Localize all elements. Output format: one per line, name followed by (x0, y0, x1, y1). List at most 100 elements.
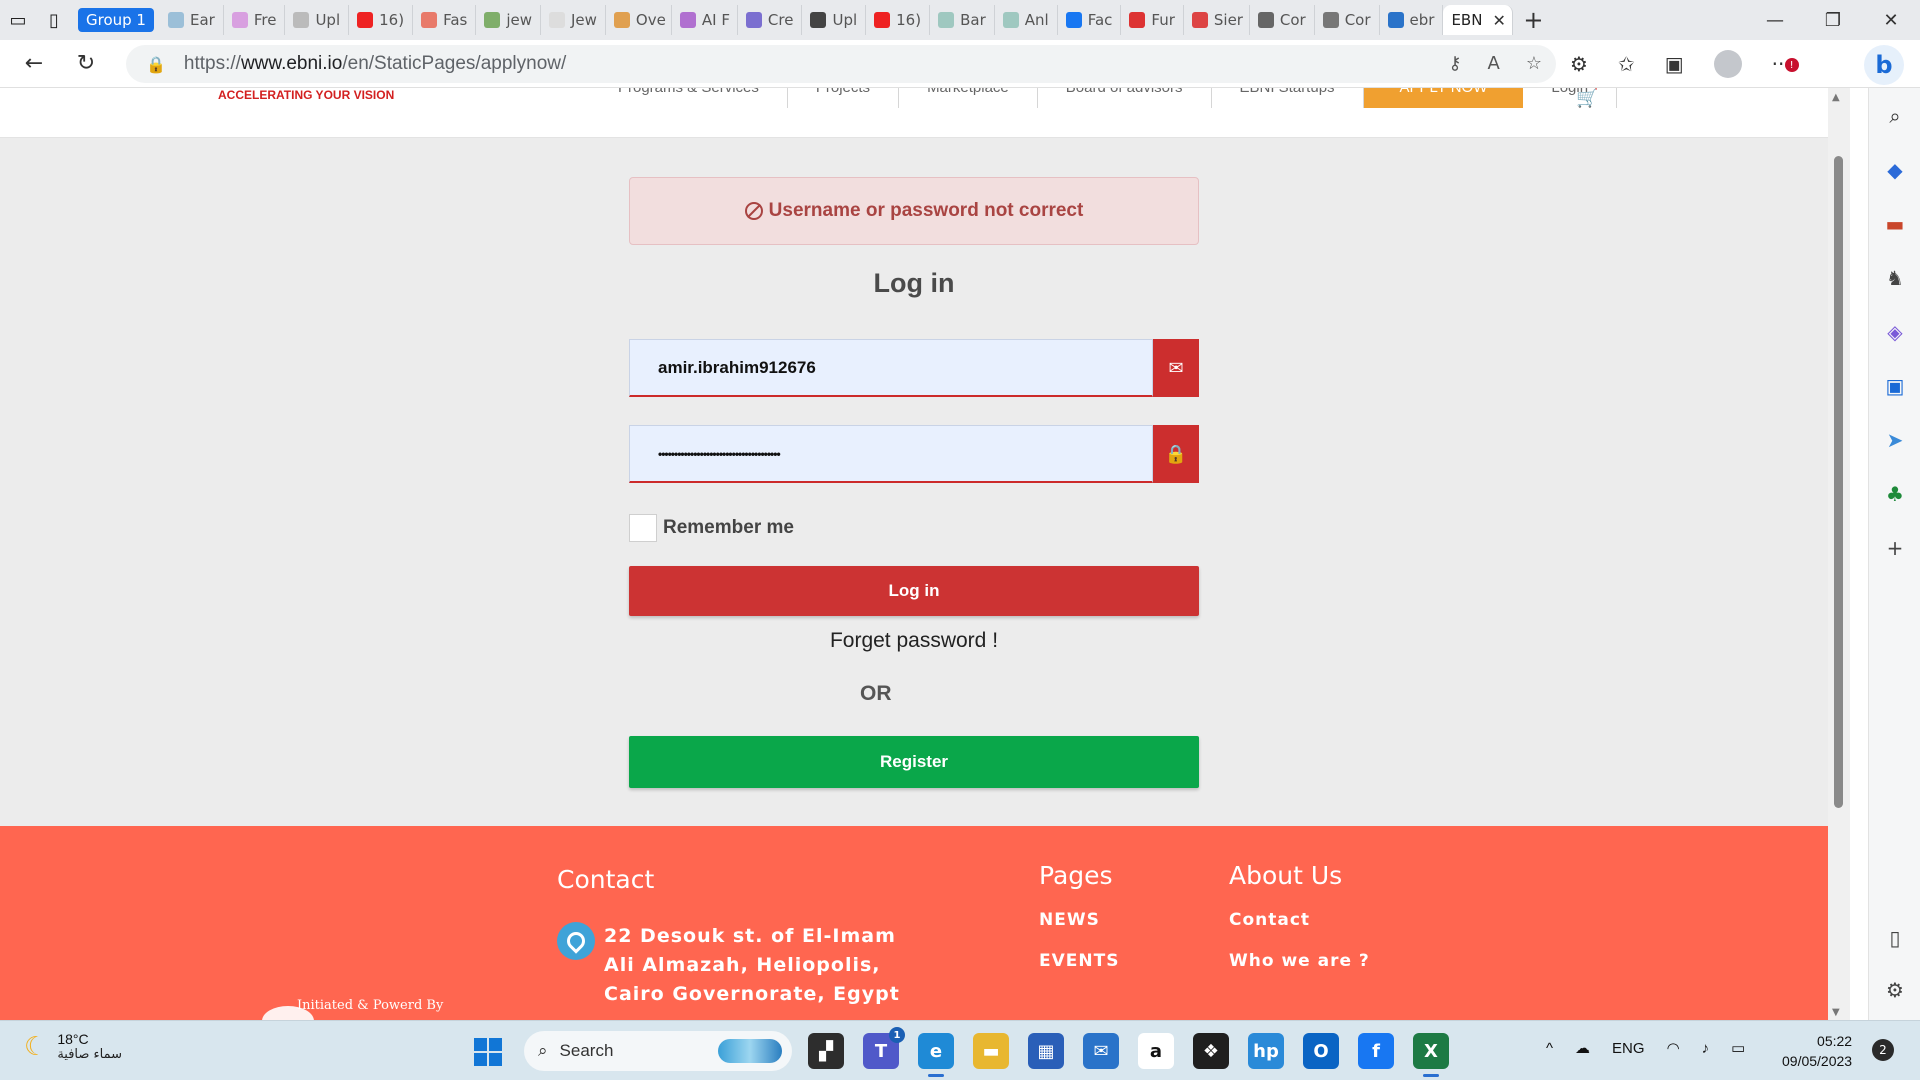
send-icon[interactable]: ➤ (1883, 428, 1907, 452)
weather-widget[interactable]: ☾ 18°C سماء صافية (24, 1031, 122, 1062)
add-favorite-icon[interactable]: ☆ (1526, 53, 1542, 74)
tab-group-chip[interactable]: Group 1 (78, 8, 154, 32)
site-nav-item[interactable]: Login (1523, 88, 1618, 108)
tab-actions-icon[interactable]: ▭ (0, 0, 36, 40)
scroll-up-icon[interactable]: ▲ (1832, 92, 1840, 103)
site-nav-item[interactable]: APPLY NOW (1363, 88, 1524, 108)
battery-icon[interactable]: ▭ (1731, 1039, 1745, 1057)
username-input[interactable]: amir.ibrahim912676 (629, 339, 1153, 397)
browser-tab[interactable]: Ear (160, 5, 224, 35)
store-icon[interactable]: ▦ (1028, 1033, 1064, 1069)
remember-me-checkbox[interactable] (629, 514, 657, 542)
settings-menu-icon[interactable]: ···! (1772, 52, 1799, 76)
tab-favicon-icon (745, 12, 762, 28)
footer-link-news[interactable]: NEWS (1039, 910, 1100, 930)
taskbar-search[interactable]: ⌕ Search (524, 1031, 792, 1071)
minimize-icon[interactable]: — (1746, 0, 1804, 40)
browser-tab[interactable]: Bar (930, 5, 995, 35)
footer-link-events[interactable]: EVENTS (1039, 951, 1119, 971)
password-key-icon[interactable]: ⚷ (1448, 53, 1461, 74)
refresh-button[interactable]: ↻ (60, 40, 112, 88)
add-icon[interactable]: + (1883, 536, 1907, 560)
sidebar-toggle-icon[interactable]: ▯ (1883, 926, 1907, 950)
tools-icon[interactable]: ▬ (1883, 212, 1907, 236)
games-icon[interactable]: ♞ (1883, 266, 1907, 290)
office-icon[interactable]: ◈ (1883, 320, 1907, 344)
collections-icon[interactable]: ▣ (1665, 52, 1684, 76)
extensions-icon[interactable]: ⚙ (1570, 52, 1588, 76)
myhp-icon[interactable]: hp (1248, 1033, 1284, 1069)
address-bar[interactable]: 🔒 https://www.ebni.io/en/StaticPages/app… (126, 45, 1556, 83)
browser-tab[interactable]: Fac (1058, 5, 1122, 35)
site-nav-item[interactable]: Board of advisors (1038, 88, 1212, 108)
volume-icon[interactable]: ♪ (1702, 1040, 1710, 1057)
forget-password-link[interactable]: Forget password ! (629, 629, 1199, 653)
mail-icon[interactable]: ✉ (1083, 1033, 1119, 1069)
excel-icon[interactable]: X (1413, 1033, 1449, 1077)
browser-tab[interactable]: Fur (1121, 5, 1184, 35)
facebook-icon[interactable]: f (1358, 1033, 1394, 1069)
browser-tab[interactable]: Anl (995, 5, 1058, 35)
onedrive-icon[interactable]: ☁ (1575, 1039, 1590, 1057)
register-button[interactable]: Register (629, 736, 1199, 788)
maximize-icon[interactable]: ❐ (1804, 0, 1862, 40)
amazon-icon[interactable]: a (1138, 1033, 1174, 1069)
teams-icon[interactable]: T1 (863, 1027, 905, 1069)
start-button[interactable] (474, 1038, 502, 1066)
read-aloud-icon[interactable]: A (1488, 53, 1500, 74)
shopping-tag-icon[interactable]: ◆ (1883, 158, 1907, 182)
browser-tab[interactable]: 16) (866, 5, 931, 35)
close-tab-icon[interactable]: ✕ (1492, 11, 1505, 30)
task-view-icon[interactable]: ▞ (808, 1033, 844, 1069)
workspaces-icon[interactable]: ▯ (36, 0, 72, 40)
new-tab-button[interactable]: + (1513, 6, 1553, 34)
browser-tab[interactable]: jew (476, 5, 541, 35)
site-nav-item[interactable]: EBNI Startups (1212, 88, 1364, 108)
wifi-icon[interactable]: ◠ (1667, 1039, 1680, 1057)
dropbox-icon[interactable]: ❖ (1193, 1033, 1229, 1069)
browser-tab[interactable]: Cor (1315, 5, 1380, 35)
notification-count[interactable]: 2 (1872, 1039, 1894, 1061)
browser-tab[interactable]: ebr (1380, 5, 1444, 35)
browser-tab[interactable]: Upl (802, 5, 867, 35)
lock-icon[interactable]: 🔒 (146, 55, 166, 74)
tree-icon[interactable]: ♣ (1883, 482, 1907, 506)
browser-tab[interactable]: Fas (413, 5, 477, 35)
favorites-icon[interactable]: ✩ (1618, 52, 1635, 76)
tab-active[interactable]: EBN ✕ (1443, 5, 1514, 35)
browser-tab[interactable]: Cre (738, 5, 803, 35)
browser-tab[interactable]: Ove (606, 5, 672, 35)
site-nav-item[interactable]: Projects (788, 88, 900, 108)
password-input[interactable]: •••••••••••••••••••••••••••••••••••••• (629, 425, 1153, 483)
file-explorer-icon[interactable]: ▬ (973, 1033, 1009, 1069)
footer-link-contact[interactable]: Contact (1229, 910, 1310, 930)
remember-me-label[interactable]: Remember me (663, 517, 794, 539)
profile-avatar[interactable] (1713, 50, 1742, 78)
close-window-icon[interactable]: ✕ (1862, 0, 1920, 40)
login-button[interactable]: Log in (629, 566, 1199, 616)
site-nav-item[interactable]: Programs & Services (590, 88, 788, 108)
page-scrollbar[interactable]: ▲ ▼ (1828, 88, 1850, 1020)
outlook-app-icon[interactable]: O (1303, 1033, 1339, 1069)
browser-tab[interactable]: Fre (224, 5, 286, 35)
edge-icon[interactable]: e (918, 1033, 954, 1077)
gear-icon[interactable]: ⚙ (1883, 978, 1907, 1002)
chevron-up-icon[interactable]: ^ (1546, 1040, 1553, 1057)
clock[interactable]: 05:22 09/05/2023 (1782, 1031, 1852, 1071)
back-button[interactable]: ← (8, 40, 60, 88)
bing-chat-icon[interactable]: b (1864, 45, 1904, 85)
scroll-down-icon[interactable]: ▼ (1832, 1007, 1840, 1018)
cart-icon[interactable]: 🛒 (1576, 88, 1598, 109)
site-nav-item[interactable]: Marketplace (899, 88, 1038, 108)
browser-tab[interactable]: AI F (672, 5, 738, 35)
language-indicator[interactable]: ENG (1612, 1040, 1645, 1057)
browser-tab[interactable]: Upl (285, 5, 350, 35)
browser-tab[interactable]: Cor (1250, 5, 1315, 35)
browser-tab[interactable]: Jew (541, 5, 606, 35)
scroll-thumb[interactable] (1834, 156, 1843, 808)
footer-link-who-we-are[interactable]: Who we are ? (1229, 951, 1370, 971)
outlook-icon[interactable]: ▣ (1883, 374, 1907, 398)
search-icon[interactable]: ⌕ (1883, 104, 1907, 128)
browser-tab[interactable]: Sier (1184, 5, 1250, 35)
browser-tab[interactable]: 16) (349, 5, 414, 35)
